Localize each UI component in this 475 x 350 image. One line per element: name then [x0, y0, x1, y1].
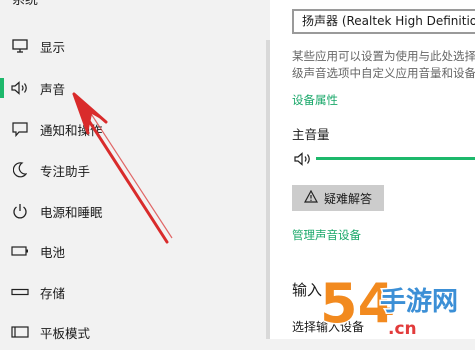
sidebar-item-battery[interactable]: 电池	[0, 233, 268, 269]
sidebar: 系统 显示 声音 通知和操作 专注助手 电源和睡眠 电池 存储 平板模式	[0, 0, 270, 341]
display-icon	[11, 37, 29, 55]
warning-icon	[303, 189, 319, 206]
sidebar-title: 系统	[12, 0, 39, 8]
speaker-icon	[11, 79, 29, 97]
sidebar-item-label: 电池	[40, 244, 66, 260]
notification-icon	[11, 120, 29, 138]
sidebar-item-label: 声音	[40, 81, 66, 97]
power-icon	[11, 202, 29, 220]
sidebar-item-tablet-mode[interactable]: 平板模式	[0, 314, 268, 350]
sidebar-item-notifications[interactable]: 通知和操作	[0, 111, 268, 147]
master-volume-slider[interactable]	[316, 157, 475, 160]
troubleshoot-button[interactable]: 疑难解答	[292, 185, 384, 211]
sidebar-item-focus-assist[interactable]: 专注助手	[0, 152, 268, 188]
volume-icon[interactable]	[294, 151, 312, 170]
sidebar-item-label: 显示	[40, 39, 66, 55]
description-line: 级声音选项中自定义应用音量和设备	[292, 66, 475, 80]
sidebar-item-sound[interactable]: 声音	[0, 70, 268, 106]
sidebar-item-storage[interactable]: 存储	[0, 274, 268, 310]
sidebar-item-label: 电源和睡眠	[40, 204, 103, 220]
device-properties-link[interactable]: 设备属性	[292, 92, 338, 108]
sidebar-item-label: 通知和操作	[40, 122, 103, 138]
output-device-dropdown[interactable]: 扬声器 (Realtek High Definition Audio)	[292, 9, 475, 34]
sidebar-item-display[interactable]: 显示	[0, 28, 268, 64]
description-line: 某些应用可以设置为使用与此处选择	[292, 49, 475, 63]
tablet-icon	[11, 323, 29, 341]
moon-icon	[11, 161, 29, 179]
troubleshoot-label: 疑难解答	[324, 191, 373, 206]
watermark-logo: 54 手游网 .cn	[319, 271, 460, 340]
battery-icon	[11, 242, 29, 260]
svg-text:.cn: .cn	[388, 319, 417, 339]
svg-text:手游网: 手游网	[380, 287, 458, 317]
sidebar-item-label: 专注助手	[40, 163, 91, 179]
manage-sound-devices-link[interactable]: 管理声音设备	[292, 227, 361, 243]
sidebar-item-power-sleep[interactable]: 电源和睡眠	[0, 193, 268, 229]
master-volume-label: 主音量	[292, 127, 330, 142]
sidebar-item-label: 存储	[40, 285, 66, 301]
storage-icon	[11, 283, 29, 301]
output-description: 某些应用可以设置为使用与此处选择 级声音选项中自定义应用音量和设备	[292, 48, 475, 82]
